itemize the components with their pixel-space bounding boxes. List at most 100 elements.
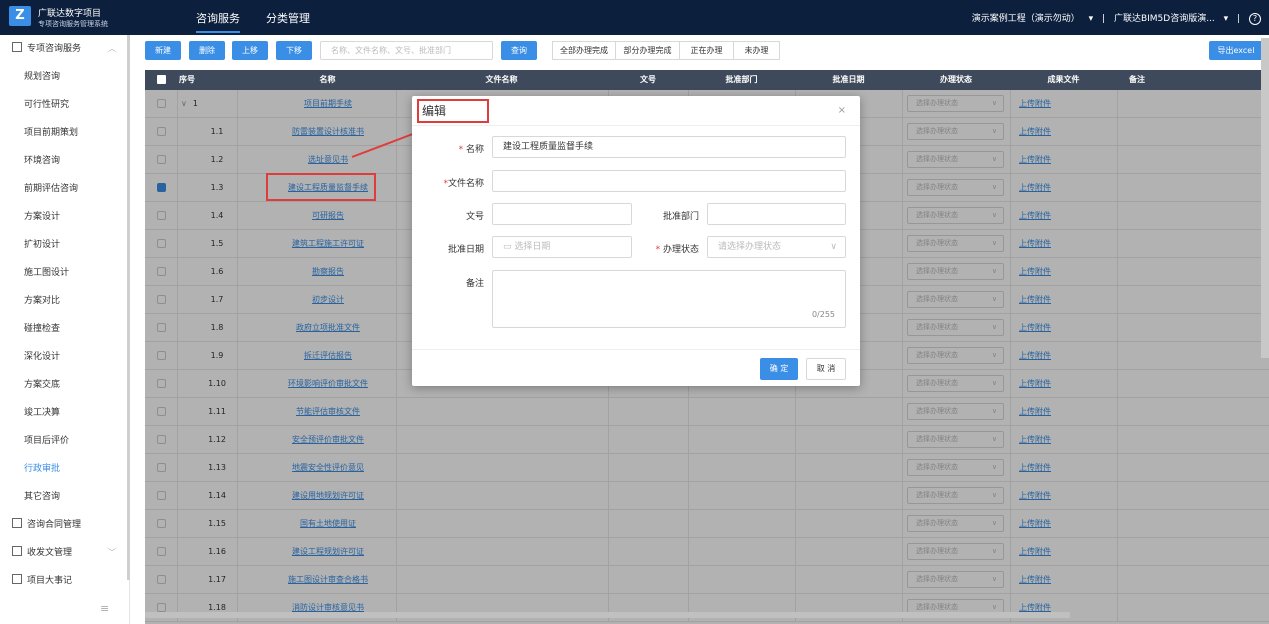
notebook-icon <box>12 574 22 584</box>
help-icon[interactable]: ? <box>1249 13 1261 25</box>
header-dept: 批准部门 <box>725 75 758 84</box>
sidebar-scrollbar[interactable] <box>127 35 130 580</box>
calendar-icon: ▭ <box>503 242 512 252</box>
document-icon <box>12 42 22 52</box>
top-right-area: 演示案例工程（演示勿动） ▾ | 广联达BIM5D咨询版演... ▾ | ? <box>966 11 1261 25</box>
file-name-label-text: 文件名称 <box>447 179 484 189</box>
file-name-input[interactable] <box>492 170 846 192</box>
header-index: 序号 <box>179 75 195 84</box>
filter-not-started[interactable]: 未办理 <box>733 41 780 60</box>
select-all-checkbox[interactable] <box>156 75 166 84</box>
delete-button[interactable]: 删除 <box>189 41 225 60</box>
header-doc-no: 文号 <box>640 75 656 84</box>
edit-dialog: 编辑 × * 名称 建设工程质量监督手续 *文件名称 文号 批准部门 批准日期 … <box>412 96 860 386</box>
sidebar-item[interactable]: 项目前期策划 <box>0 119 130 147</box>
separator: | <box>1102 14 1106 24</box>
filter-all-done[interactable]: 全部办理完成 <box>552 41 616 60</box>
confirm-button[interactable]: 确 定 <box>760 358 798 380</box>
inbox-icon <box>12 546 22 556</box>
dept-input[interactable] <box>707 203 846 225</box>
header-date: 批准日期 <box>832 75 865 84</box>
sidebar-group-documents[interactable]: 收发文管理 ﹀ <box>0 539 130 567</box>
sidebar-item[interactable]: 项目后评价 <box>0 427 130 455</box>
doc-no-label: 文号 <box>465 212 484 222</box>
name-label: * 名称 <box>459 142 484 155</box>
status-select[interactable]: 请选择办理状态 ∨ <box>707 236 846 258</box>
dialog-footer-divider <box>412 349 860 350</box>
date-label: 批准日期 <box>447 245 484 255</box>
name-label-text: 名称 <box>465 145 484 155</box>
sidebar-item[interactable]: 前期评估咨询 <box>0 175 130 203</box>
query-button[interactable]: 查询 <box>501 41 537 60</box>
tab-category-management[interactable]: 分类管理 <box>266 10 310 26</box>
move-down-button[interactable]: 下移 <box>276 41 312 60</box>
brand-subtitle: 专项咨询服务管理系统 <box>38 20 108 28</box>
remark-char-count: 0/255 <box>811 310 835 319</box>
cancel-button[interactable]: 取 消 <box>806 358 846 380</box>
header-name: 名称 <box>319 75 336 84</box>
close-icon[interactable]: × <box>838 105 846 116</box>
project-selector[interactable]: 演示案例工程（演示勿动） <box>972 14 1080 24</box>
header-remark: 备注 <box>1129 75 1145 84</box>
new-button[interactable]: 新建 <box>145 41 181 60</box>
dept-label: 批准部门 <box>662 212 699 222</box>
status-label: * 办理状态 <box>656 242 699 255</box>
checkbox-icon <box>12 518 22 528</box>
status-placeholder: 请选择办理状态 <box>718 242 782 252</box>
collapse-menu-icon[interactable]: ≡ <box>100 602 109 615</box>
chevron-down-icon[interactable]: ▾ <box>1089 14 1094 24</box>
sidebar-item[interactable]: 规划咨询 <box>0 63 130 91</box>
sidebar-item[interactable]: 碰撞检查 <box>0 315 130 343</box>
name-input[interactable]: 建设工程质量监督手续 <box>492 136 846 158</box>
sidebar-item[interactable]: 方案设计 <box>0 203 130 231</box>
filter-partial-done[interactable]: 部分办理完成 <box>615 41 680 60</box>
header-result: 成果文件 <box>1047 75 1080 84</box>
sidebar-group-events[interactable]: 项目大事记 <box>0 567 130 595</box>
sidebar-group-label: 收发文管理 <box>27 548 73 558</box>
annotation-highlight-box <box>266 173 376 201</box>
header-file-name: 文件名称 <box>485 75 518 84</box>
sidebar-item[interactable]: 扩初设计 <box>0 231 130 259</box>
date-placeholder: 选择日期 <box>514 242 551 252</box>
header-status: 办理状态 <box>940 75 972 84</box>
sidebar-item[interactable]: 其它咨询 <box>0 483 130 511</box>
app-logo: Z <box>9 6 31 26</box>
sidebar-item[interactable]: 方案对比 <box>0 287 130 315</box>
sidebar-item[interactable]: 深化设计 <box>0 343 130 371</box>
date-picker[interactable]: ▭ 选择日期 <box>492 236 632 258</box>
remark-label: 备注 <box>465 279 484 289</box>
sidebar-group-contract[interactable]: 咨询合同管理 <box>0 511 130 539</box>
remark-textarea[interactable]: 0/255 <box>492 270 846 328</box>
dialog-header: 编辑 × <box>412 96 860 126</box>
sidebar: 专项咨询服务 ︿ 规划咨询 可行性研究 项目前期策划 环境咨询 前期评估咨询 方案… <box>0 35 130 624</box>
sidebar-item[interactable]: 可行性研究 <box>0 91 130 119</box>
filter-in-progress[interactable]: 正在办理 <box>679 41 734 60</box>
top-bar: Z 广联达数字项目 专项咨询服务管理系统 咨询服务 分类管理 演示案例工程（演示… <box>0 0 1269 35</box>
sidebar-group-label: 咨询合同管理 <box>27 520 82 530</box>
sidebar-group-consulting[interactable]: 专项咨询服务 ︿ <box>0 35 130 63</box>
table-horizontal-scrollbar[interactable] <box>145 612 1070 618</box>
org-selector[interactable]: 广联达BIM5D咨询版演... <box>1114 14 1215 24</box>
sidebar-group-label: 专项咨询服务 <box>27 44 82 54</box>
table-header: 序号 名称 文件名称 文号 批准部门 批准日期 办理状态 成果文件 备注 <box>145 70 1269 90</box>
search-input[interactable]: 名称、文件名称、文号、批准部门 <box>320 41 493 60</box>
sidebar-item[interactable]: 环境咨询 <box>0 147 130 175</box>
export-excel-button[interactable]: 导出excel <box>1209 41 1263 60</box>
sidebar-item[interactable]: 施工图设计 <box>0 259 130 287</box>
required-mark: * <box>458 145 464 155</box>
move-up-button[interactable]: 上移 <box>232 41 268 60</box>
tab-consulting-service[interactable]: 咨询服务 <box>196 10 240 33</box>
chevron-down-icon: ﹀ <box>108 548 116 557</box>
chevron-down-icon: ∨ <box>830 242 837 252</box>
doc-no-input[interactable] <box>492 203 632 225</box>
sidebar-item[interactable]: 竣工决算 <box>0 399 130 427</box>
file-name-label: *文件名称 <box>443 176 484 189</box>
select-all-cell[interactable] <box>145 70 177 90</box>
sidebar-item[interactable]: 方案交底 <box>0 371 130 399</box>
sidebar-item-active[interactable]: 行政审批 <box>0 455 130 483</box>
table-vertical-scrollbar[interactable] <box>1261 38 1269 358</box>
separator: | <box>1237 14 1241 24</box>
required-mark: * <box>655 245 661 255</box>
sidebar-group-label: 项目大事记 <box>27 576 73 586</box>
chevron-down-icon[interactable]: ▾ <box>1224 14 1229 24</box>
